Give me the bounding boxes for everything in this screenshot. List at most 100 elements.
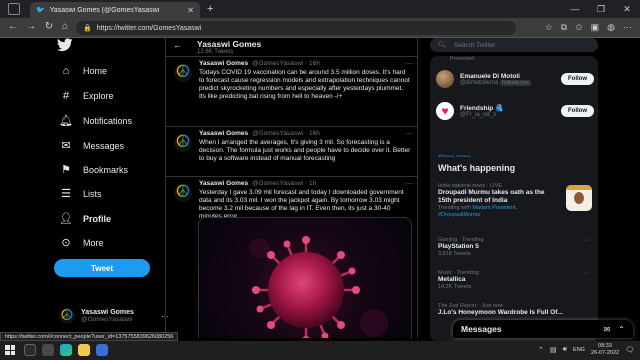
suggestion-name[interactable]: Friendship 🫂 bbox=[460, 104, 503, 112]
maximize-button[interactable]: ❐ bbox=[588, 0, 614, 18]
reload-button[interactable]: ↻ bbox=[42, 21, 56, 32]
messages-drawer[interactable]: Messages ✉ ⌃ bbox=[453, 320, 633, 338]
back-button[interactable]: ← bbox=[6, 21, 20, 32]
search-input[interactable]: 🔍︎ Search Twitter bbox=[430, 38, 598, 52]
status-link-url: https://twitter.com/i/connect_people?use… bbox=[0, 332, 179, 341]
follow-button[interactable]: Follow bbox=[561, 73, 594, 85]
trend-sub: Trending with Madam President, #Droupadi… bbox=[438, 205, 556, 219]
nav-label: Messages bbox=[83, 140, 125, 151]
tweet[interactable]: Yasaswi Gomes @GomesYasaswi · 16h ··· To… bbox=[166, 56, 417, 126]
clock[interactable]: 08:33 26-07-2022 bbox=[591, 343, 619, 357]
trend-item[interactable]: Music · Trending Metallica 14.2K Tweets … bbox=[438, 270, 594, 298]
profile-header: ← Yasaswi Gomes 12.6K Tweets bbox=[166, 38, 417, 56]
address-bar[interactable]: 🔒 https://twitter.com/GomesYasaswi bbox=[76, 21, 516, 35]
nav-more[interactable]: ⊙ More bbox=[59, 236, 103, 249]
favorite-star-icon[interactable]: ☆ bbox=[545, 22, 553, 33]
nav-label: Bookmarks bbox=[83, 164, 129, 175]
avatar[interactable] bbox=[174, 184, 192, 202]
suggestion-handle-text: @dimotollema bbox=[460, 79, 499, 86]
start-button-icon[interactable] bbox=[5, 345, 15, 355]
avatar[interactable] bbox=[174, 64, 192, 82]
messages-title: Messages bbox=[461, 324, 502, 334]
trend-sub-prefix: Trending with bbox=[438, 205, 473, 211]
new-tab-button[interactable]: + bbox=[207, 3, 213, 15]
nav-home[interactable]: ⌂ Home bbox=[59, 65, 107, 77]
tweet-count: 12.6K Tweets bbox=[197, 49, 234, 55]
more-icon[interactable]: ··· bbox=[405, 179, 413, 188]
suggestion-handle: @Fr_ia_nd_s bbox=[460, 112, 497, 118]
twitter-logo-icon[interactable] bbox=[57, 38, 73, 55]
more-icon[interactable]: ··· bbox=[405, 129, 413, 138]
task-view-icon[interactable] bbox=[42, 344, 54, 356]
notifications-icon[interactable]: 🗨︎ bbox=[625, 346, 634, 354]
file-explorer-icon[interactable] bbox=[78, 344, 90, 356]
nav-explore[interactable]: # Explore bbox=[59, 90, 114, 102]
more-icon[interactable]: ··· bbox=[583, 270, 590, 277]
tab-close-icon[interactable]: ✕ bbox=[187, 6, 194, 15]
home-button-icon[interactable]: ⌂ bbox=[58, 21, 72, 32]
nav-label: Lists bbox=[83, 188, 102, 199]
forward-button[interactable]: → bbox=[24, 21, 38, 32]
heart-avatar-icon[interactable]: ♥ bbox=[436, 102, 454, 120]
tweet-author-name[interactable]: Yasaswi Gomes bbox=[199, 60, 248, 67]
tweet[interactable]: Yasaswi Gomes @GomesYasaswi · 1h ··· Yes… bbox=[166, 176, 417, 338]
nav-profile[interactable]: 👤︎ Profile bbox=[59, 212, 111, 225]
favorites-icon[interactable]: ✩ bbox=[575, 22, 583, 33]
store-icon[interactable] bbox=[96, 344, 108, 356]
new-message-icon[interactable]: ✉ bbox=[604, 325, 611, 334]
settings-more-icon[interactable]: ··· bbox=[623, 22, 632, 33]
trend-item[interactable]: India national news · LIVE Droupadi Murm… bbox=[438, 183, 594, 231]
minimize-button[interactable]: — bbox=[562, 0, 588, 18]
tweet-author-name[interactable]: Yasaswi Gomes bbox=[199, 130, 248, 137]
expand-chevron-icon[interactable]: ⌃ bbox=[618, 325, 625, 334]
nav-notifications[interactable]: 🔔︎ Notifications bbox=[59, 114, 132, 127]
extensions-icon[interactable]: ⧉ bbox=[561, 22, 567, 33]
tweet-image[interactable] bbox=[198, 217, 412, 338]
bell-icon: 🔔︎ bbox=[59, 115, 73, 127]
nav-label: Profile bbox=[83, 213, 112, 224]
suggestion-name[interactable]: Emanuele Di Motoli bbox=[460, 73, 531, 80]
nav-messages[interactable]: ✉ Messages bbox=[59, 139, 124, 152]
tweet-button[interactable]: Tweet bbox=[54, 259, 150, 277]
language-indicator[interactable]: ENG bbox=[573, 347, 585, 353]
trend-item[interactable]: Gaming · Trending PlayStation 5 3,818 Tw… bbox=[438, 237, 594, 265]
volume-icon[interactable]: 🔊︎ bbox=[563, 346, 567, 354]
nav-lists[interactable]: ☰ Lists bbox=[59, 187, 102, 200]
chevron-up-icon[interactable]: ⌃ bbox=[538, 346, 544, 354]
browser-tab[interactable]: 🐦 Yasaswi Gomes (@GomesYasaswi ✕ bbox=[30, 2, 200, 18]
more-icon[interactable]: ··· bbox=[583, 237, 590, 244]
trend-title: J.Lo's Honeymoon Wardrobe Is Full Of... bbox=[438, 309, 563, 316]
suggestion-handle: @dimotollema Follows you bbox=[460, 79, 531, 86]
tweet-author-name[interactable]: Yasaswi Gomes bbox=[199, 180, 248, 187]
avatar[interactable] bbox=[436, 70, 454, 88]
profile-icon[interactable]: ◍ bbox=[607, 22, 615, 33]
account-switcher[interactable]: Yasaswi Gomes @GomesYasaswi ··· bbox=[59, 308, 169, 324]
back-arrow-icon[interactable]: ← bbox=[173, 40, 182, 50]
list-icon: ☰ bbox=[61, 188, 71, 200]
messages-actions: ✉ ⌃ bbox=[604, 325, 625, 334]
close-window-button[interactable]: ✕ bbox=[614, 0, 640, 18]
bookmark-icon: ⚑ bbox=[61, 164, 71, 176]
browser-tabstrip: 🐦 Yasaswi Gomes (@GomesYasaswi ✕ + — ❐ ✕ bbox=[0, 0, 640, 18]
clock-date: 26-07-2022 bbox=[590, 350, 620, 356]
search-taskbar-icon[interactable] bbox=[24, 344, 36, 356]
search-icon: 🔍︎ bbox=[438, 42, 447, 49]
tweet-header: Yasaswi Gomes @GomesYasaswi · 1h bbox=[199, 180, 316, 187]
avatar bbox=[59, 308, 75, 324]
more-icon[interactable]: ··· bbox=[405, 59, 413, 68]
tweet-text: When I arranged the averages, It's givin… bbox=[199, 139, 411, 162]
follow-suggestion[interactable]: ♥ Friendship 🫂 @Fr_ia_nd_s Follow bbox=[436, 102, 594, 120]
follow-button[interactable]: Follow bbox=[561, 105, 594, 117]
person-icon: 👤︎ bbox=[59, 213, 73, 225]
tweet-meta: @GomesYasaswi · 16h bbox=[251, 130, 320, 137]
collections-icon[interactable]: ▣ bbox=[591, 22, 600, 33]
nav-bookmarks[interactable]: ⚑ Bookmarks bbox=[59, 163, 128, 176]
tab-actions-icon[interactable] bbox=[8, 3, 20, 15]
system-tray: ⌃ ▤ 🔊︎ ENG 08:33 26-07-2022 🗨︎ bbox=[538, 343, 634, 357]
tweet[interactable]: Yasaswi Gomes @GomesYasaswi · 16h ··· Wh… bbox=[166, 126, 417, 181]
network-icon[interactable]: ▤ bbox=[550, 346, 557, 354]
follow-suggestion[interactable]: Emanuele Di Motoli @dimotollema Follows … bbox=[436, 70, 594, 88]
avatar[interactable] bbox=[174, 134, 192, 152]
home-icon: ⌂ bbox=[62, 65, 70, 77]
edge-browser-icon[interactable] bbox=[60, 344, 72, 356]
